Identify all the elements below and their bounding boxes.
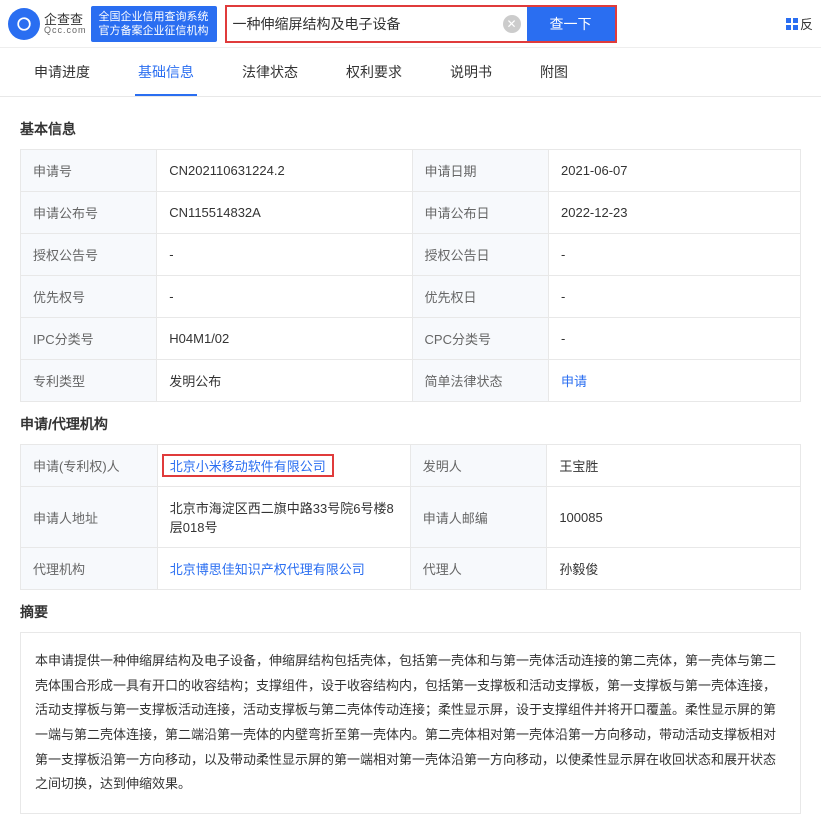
value-inventor: 王宝胜 — [547, 445, 801, 487]
agency-table: 申请(专利权)人 北京小米移动软件有限公司 发明人 王宝胜 申请人地址 北京市海… — [20, 444, 801, 590]
section-title-agency: 申请/代理机构 — [20, 414, 801, 434]
logo-text-en: Qcc.com — [44, 26, 87, 35]
table-row: 申请人地址 北京市海淀区西二旗中路33号院6号楼8层018号 申请人邮编 100… — [21, 487, 801, 548]
label-app-date: 申请日期 — [412, 150, 549, 192]
table-row: 代理机构 北京博思佳知识产权代理有限公司 代理人 孙毅俊 — [21, 548, 801, 590]
header-right[interactable]: 反 — [786, 14, 813, 33]
label-patent-type: 专利类型 — [21, 360, 157, 402]
search-button[interactable]: 查一下 — [527, 7, 615, 41]
slogan: 全国企业信用查询系统 官方备案企业征信机构 — [91, 6, 217, 42]
logo[interactable]: 企查查 Qcc.com — [8, 8, 87, 40]
grid-icon — [786, 18, 798, 30]
label-priority-date: 优先权日 — [412, 276, 549, 318]
value-pub-date: 2022-12-23 — [549, 192, 801, 234]
label-app-number: 申请号 — [21, 150, 157, 192]
logo-text-cn: 企查查 — [44, 13, 87, 26]
value-applicant-address: 北京市海淀区西二旗中路33号院6号楼8层018号 — [157, 487, 410, 548]
label-grant-date: 授权公告日 — [412, 234, 549, 276]
tab-progress[interactable]: 申请进度 — [10, 48, 114, 96]
table-row: 专利类型 发明公布 简单法律状态 申请 — [21, 360, 801, 402]
search-box: ✕ 查一下 — [225, 5, 617, 43]
label-applicant-zip: 申请人邮编 — [410, 487, 547, 548]
value-applicant-zip: 100085 — [547, 487, 801, 548]
label-agent: 代理人 — [410, 548, 547, 590]
label-priority-number: 优先权号 — [21, 276, 157, 318]
label-legal-status: 简单法律状态 — [412, 360, 549, 402]
value-app-date: 2021-06-07 — [549, 150, 801, 192]
label-inventor: 发明人 — [410, 445, 547, 487]
value-priority-number: - — [157, 276, 412, 318]
tab-claims[interactable]: 权利要求 — [322, 48, 426, 96]
clear-icon[interactable]: ✕ — [503, 15, 521, 33]
value-cpc: - — [549, 318, 801, 360]
value-legal-status-link[interactable]: 申请 — [561, 374, 587, 389]
value-grant-date: - — [549, 234, 801, 276]
section-title-abstract: 摘要 — [20, 602, 801, 622]
tab-description[interactable]: 说明书 — [426, 48, 516, 96]
tab-basic-info[interactable]: 基础信息 — [114, 48, 218, 96]
table-row: 申请公布号 CN115514832A 申请公布日 2022-12-23 — [21, 192, 801, 234]
value-agency-link[interactable]: 北京博思佳知识产权代理有限公司 — [170, 562, 365, 577]
value-applicant-link[interactable]: 北京小米移动软件有限公司 — [170, 459, 326, 474]
value-grant-number: - — [157, 234, 412, 276]
tabs: 申请进度 基础信息 法律状态 权利要求 说明书 附图 — [0, 48, 821, 97]
value-ipc: H04M1/02 — [157, 318, 412, 360]
basic-info-table: 申请号 CN202110631224.2 申请日期 2021-06-07 申请公… — [20, 149, 801, 402]
tab-drawings[interactable]: 附图 — [516, 48, 592, 96]
search-input[interactable] — [233, 16, 521, 32]
value-priority-date: - — [549, 276, 801, 318]
value-agent: 孙毅俊 — [547, 548, 801, 590]
table-row: IPC分类号 H04M1/02 CPC分类号 - — [21, 318, 801, 360]
label-pub-date: 申请公布日 — [412, 192, 549, 234]
value-pub-number: CN115514832A — [157, 192, 412, 234]
logo-icon — [8, 8, 40, 40]
section-title-basic: 基本信息 — [20, 119, 801, 139]
label-applicant: 申请(专利权)人 — [21, 445, 158, 487]
abstract-text: 本申请提供一种伸缩屏结构及电子设备，伸缩屏结构包括壳体，包括第一壳体和与第一壳体… — [20, 632, 801, 814]
label-ipc: IPC分类号 — [21, 318, 157, 360]
table-row: 申请号 CN202110631224.2 申请日期 2021-06-07 — [21, 150, 801, 192]
label-cpc: CPC分类号 — [412, 318, 549, 360]
table-row: 授权公告号 - 授权公告日 - — [21, 234, 801, 276]
table-row: 优先权号 - 优先权日 - — [21, 276, 801, 318]
label-agency: 代理机构 — [21, 548, 158, 590]
value-app-number: CN202110631224.2 — [157, 150, 412, 192]
label-pub-number: 申请公布号 — [21, 192, 157, 234]
label-grant-number: 授权公告号 — [21, 234, 157, 276]
table-row: 申请(专利权)人 北京小米移动软件有限公司 发明人 王宝胜 — [21, 445, 801, 487]
label-applicant-address: 申请人地址 — [21, 487, 158, 548]
header: 企查查 Qcc.com 全国企业信用查询系统 官方备案企业征信机构 ✕ 查一下 … — [0, 0, 821, 48]
value-patent-type: 发明公布 — [157, 360, 412, 402]
tab-legal-status[interactable]: 法律状态 — [218, 48, 322, 96]
